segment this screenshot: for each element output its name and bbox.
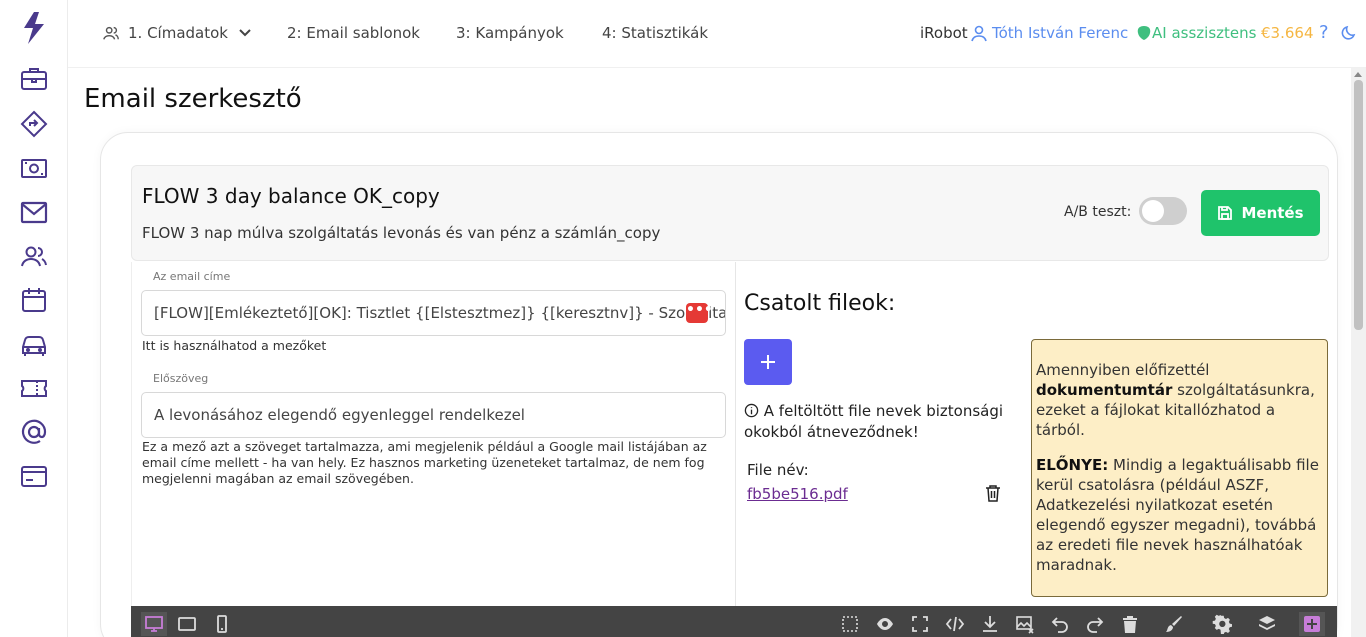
plus-icon — [761, 355, 775, 369]
attachments-title: Csatolt fileok: — [744, 291, 896, 316]
ai-label: AI asszisztens — [1152, 24, 1257, 42]
email-description: FLOW 3 nap múlva szolgáltatás levonás és… — [142, 224, 661, 242]
balance: €3.664 — [1261, 24, 1314, 42]
notice-p1-a: Amennyiben előfizettél — [1036, 361, 1210, 379]
nav-label: 3: Kampányok — [456, 24, 564, 42]
mail-icon[interactable] — [18, 196, 50, 228]
preview-eye-icon[interactable] — [874, 613, 896, 635]
save-icon — [1218, 206, 1233, 220]
users-icon[interactable] — [18, 240, 50, 272]
brain-icon — [1137, 26, 1151, 40]
vertical-scrollbar[interactable] — [1351, 68, 1366, 637]
chevron-down-icon — [239, 29, 251, 37]
settings-gear-icon[interactable] — [1211, 613, 1233, 635]
attachments-info: A feltöltött file nevek biztonsági okokb… — [744, 401, 1014, 443]
cash-icon[interactable] — [18, 152, 50, 184]
nav-statistics[interactable]: 4: Statisztikák — [602, 24, 708, 42]
help-icon[interactable]: ? — [1319, 22, 1329, 43]
document-library-notice: Amennyiben előfizettél dokumentumtár szo… — [1031, 339, 1328, 597]
info-text: A feltöltött file nevek biztonsági okokb… — [744, 402, 1004, 441]
more-fields-button[interactable]: ••• — [686, 303, 713, 323]
notice-p1-bold: dokumentumtár — [1036, 381, 1173, 399]
ai-assistant[interactable]: AI asszisztens — [1136, 24, 1256, 42]
ab-test-label: A/B teszt: — [1064, 204, 1132, 220]
remove-image-icon[interactable] — [1014, 613, 1036, 635]
ticket-icon[interactable] — [18, 372, 50, 404]
subject-help: Itt is használhatod a mezőket — [142, 338, 327, 353]
brand-label: iRobot — [920, 24, 968, 42]
user-icon — [971, 25, 987, 42]
add-block-icon[interactable] — [1299, 612, 1325, 636]
delete-icon[interactable] — [1119, 613, 1141, 635]
subject-input[interactable]: [FLOW][Emlékeztető][OK]: Tisztlet {[Elst… — [141, 290, 726, 336]
direction-icon[interactable] — [18, 108, 50, 140]
notice-p2-bold: ELŐNYE: — [1036, 456, 1109, 474]
credit-card-icon[interactable] — [18, 460, 50, 492]
file-link[interactable]: fb5be516.pdf — [747, 485, 848, 503]
code-icon[interactable] — [944, 613, 966, 635]
briefcase-icon[interactable] — [18, 62, 50, 94]
car-icon[interactable] — [18, 328, 50, 360]
user-name: Tóth István Ferenc — [992, 24, 1129, 42]
user-menu[interactable]: Tóth István Ferenc — [970, 24, 1128, 42]
scrollbar-thumb[interactable] — [1354, 80, 1363, 330]
add-attachment-button[interactable] — [744, 339, 792, 385]
nav-label: 4: Statisztikák — [602, 24, 709, 42]
brush-icon[interactable] — [1163, 613, 1185, 635]
editor-toolbar — [131, 606, 1337, 637]
nav-label: 1. Címadatok — [128, 24, 228, 42]
left-sidebar — [0, 0, 68, 637]
dark-mode-icon[interactable] — [1340, 24, 1358, 42]
fullscreen-icon[interactable] — [909, 613, 931, 635]
nav-email-templates[interactable]: 2: Email sablonok — [287, 24, 420, 42]
calendar-icon[interactable] — [18, 284, 50, 316]
preheader-input[interactable]: A levonásához elegendő egyenleggel rende… — [141, 392, 726, 438]
page-title: Email szerkesztő — [84, 84, 302, 114]
save-button[interactable]: Mentés — [1201, 190, 1320, 236]
at-sign-icon[interactable] — [18, 416, 50, 448]
trash-icon[interactable] — [985, 484, 1001, 506]
mobile-view-icon[interactable] — [211, 613, 233, 635]
preheader-label: Előszöveg — [153, 372, 209, 385]
info-icon — [744, 403, 759, 418]
tablet-view-icon[interactable] — [176, 613, 198, 635]
ab-test-toggle[interactable] — [1139, 197, 1187, 225]
users-icon — [103, 26, 119, 40]
desktop-view-icon[interactable] — [141, 612, 167, 636]
nav-campaigns[interactable]: 3: Kampányok — [456, 24, 564, 42]
file-name-label: File név: — [747, 461, 809, 479]
nav-label: 2: Email sablonok — [287, 24, 420, 42]
top-bar: 1. Címadatok 2: Email sablonok 3: Kampán… — [68, 0, 1366, 68]
email-name: FLOW 3 day balance OK_copy — [142, 184, 440, 208]
nav-contacts[interactable]: 1. Címadatok — [102, 24, 260, 42]
redo-icon[interactable] — [1084, 613, 1106, 635]
select-area-icon[interactable] — [839, 613, 861, 635]
subject-label: Az email címe — [153, 270, 231, 283]
logo-icon[interactable] — [20, 10, 48, 46]
email-header: FLOW 3 day balance OK_copy FLOW 3 nap mú… — [131, 165, 1329, 261]
undo-icon[interactable] — [1049, 613, 1071, 635]
preheader-help: Ez a mező azt a szöveget tartalmazza, am… — [142, 439, 707, 486]
layers-icon[interactable] — [1256, 613, 1278, 635]
download-icon[interactable] — [979, 613, 1001, 635]
save-label: Mentés — [1241, 204, 1304, 222]
